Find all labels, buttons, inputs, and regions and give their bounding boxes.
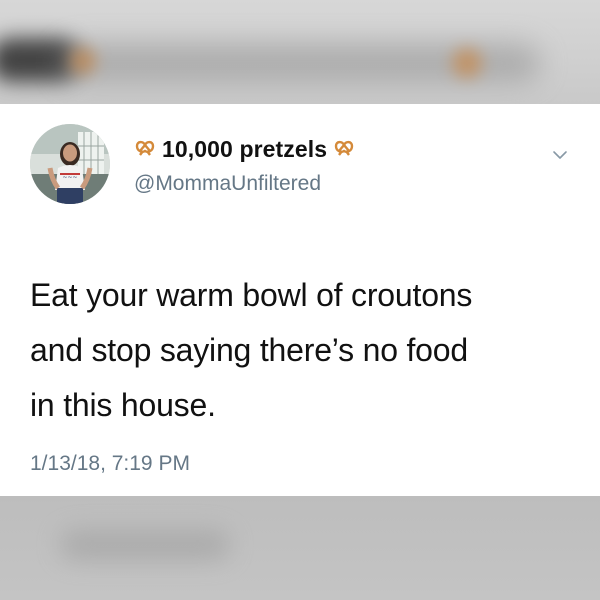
tweet-text: Eat your warm bowl of croutons and stop … xyxy=(30,268,575,433)
avatar[interactable]: ~~~ xyxy=(30,124,110,204)
avatar-image: ~~~ xyxy=(30,124,110,204)
tweet-text-line: in this house. xyxy=(30,387,216,423)
screenshot-frame: ~~~ 10,000 pretzels @MommaUnfiltered Eat… xyxy=(0,0,600,600)
tweet-text-line: Eat your warm bowl of croutons xyxy=(30,277,473,313)
tweet-timestamp[interactable]: 1/13/18, 7:19 PM xyxy=(30,452,190,476)
tweet-text-line: and stop saying there’s no food xyxy=(30,332,468,368)
chevron-down-icon[interactable] xyxy=(552,148,568,160)
svg-text:~~~: ~~~ xyxy=(62,174,77,181)
pretzel-icon xyxy=(134,139,156,159)
blurred-footer-strip xyxy=(0,496,600,600)
display-name[interactable]: 10,000 pretzels xyxy=(162,136,327,163)
tweet-card: ~~~ 10,000 pretzels @MommaUnfiltered Eat… xyxy=(0,104,600,496)
pretzel-icon xyxy=(333,139,355,159)
display-name-row[interactable]: 10,000 pretzels xyxy=(134,132,355,166)
blurred-header-strip xyxy=(0,0,600,104)
user-handle[interactable]: @MommaUnfiltered xyxy=(134,172,321,196)
